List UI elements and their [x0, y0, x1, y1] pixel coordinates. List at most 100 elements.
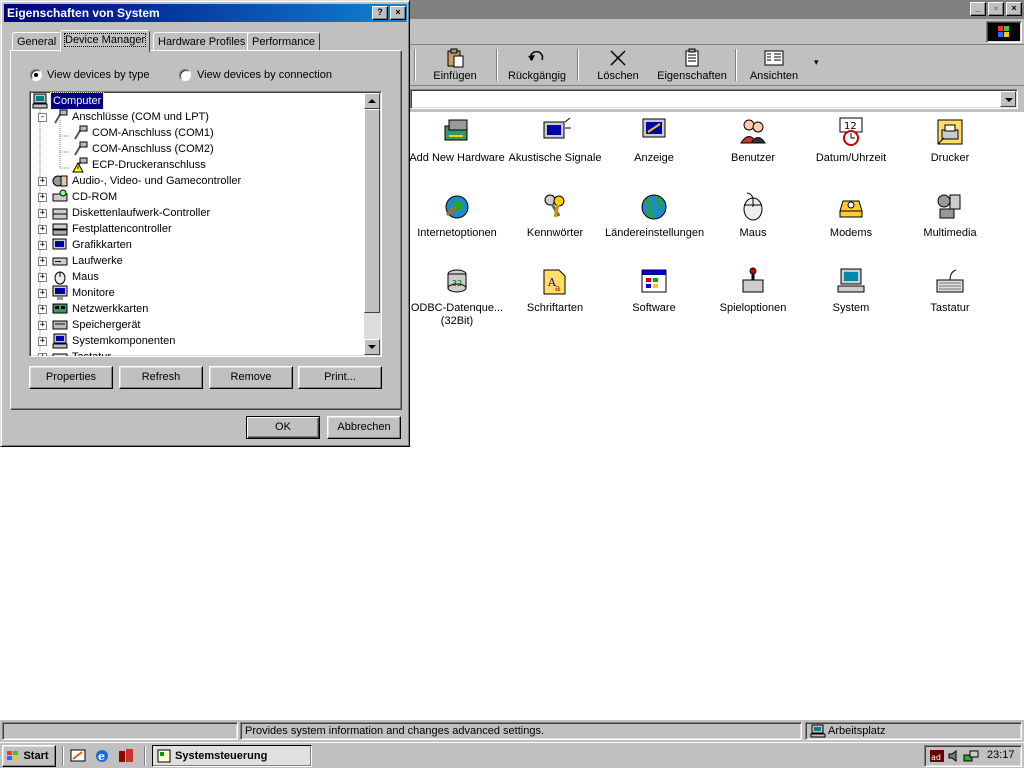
svg-text:ad: ad	[931, 753, 941, 762]
toolbar-paste-button[interactable]: Einfügen	[424, 47, 486, 85]
minimize-icon[interactable]: _	[970, 2, 986, 16]
expand-icon[interactable]: +	[38, 225, 47, 234]
restore-icon[interactable]: ▫	[988, 2, 1004, 16]
tree-item-label: Anschlüsse (COM und LPT)	[72, 111, 209, 123]
control-panel-item[interactable]: Kennwörter	[506, 191, 604, 240]
monitor-icon	[52, 285, 68, 300]
undo-icon	[528, 50, 544, 61]
taskbar-task-systemsteuerung[interactable]: Systemsteuerung	[152, 745, 312, 767]
tab-general[interactable]: General	[12, 32, 62, 51]
control-panel-item[interactable]: Spieloptionen	[704, 266, 802, 315]
expand-icon[interactable]: +	[38, 177, 47, 186]
close-icon[interactable]: ×	[1006, 2, 1022, 16]
control-panel-item-label: Benutzer	[730, 152, 776, 164]
delete-icon	[610, 50, 626, 66]
scroll-up-icon[interactable]	[364, 93, 380, 109]
expand-icon[interactable]: +	[38, 321, 47, 330]
control-panel-item[interactable]: Add New Hardware	[408, 116, 506, 165]
windows-logo-icon	[986, 21, 1022, 43]
address-dropdown-icon[interactable]	[1000, 91, 1016, 107]
address-field[interactable]	[410, 89, 1018, 109]
tree-item-label: Festplattencontroller	[72, 223, 172, 235]
tree-item-label: Maus	[72, 271, 99, 283]
tree-item-label: CD-ROM	[72, 191, 118, 203]
expand-icon[interactable]: +	[38, 273, 47, 282]
system-icon	[837, 268, 865, 293]
tree-item-label: ECP-Druckeranschluss	[92, 159, 206, 171]
refresh-button[interactable]: Refresh	[119, 366, 203, 389]
radio-view-by-type[interactable]	[30, 69, 42, 81]
scroll-down-icon[interactable]	[364, 339, 380, 355]
close-icon[interactable]: ×	[390, 6, 406, 20]
modems-icon	[839, 200, 863, 218]
radio-view-by-type-label[interactable]: View devices by type	[47, 69, 150, 81]
control-panel-item[interactable]: Maus	[704, 191, 802, 240]
help-button[interactable]: ?	[372, 6, 388, 20]
scroll-thumb[interactable]	[364, 109, 380, 313]
toolbar-delete-button[interactable]: Löschen	[588, 47, 648, 85]
toolbar-undo-button[interactable]: Rückgängig	[503, 47, 571, 85]
tray-app-icon[interactable]: ad	[929, 749, 945, 763]
views-dropdown-arrow-icon[interactable]: ▾	[814, 57, 819, 68]
fonts-icon: Aa	[543, 269, 566, 295]
print-button[interactable]: Print...	[298, 366, 382, 389]
mouse-icon	[743, 192, 763, 221]
device-tree-scrollbar[interactable]	[364, 93, 380, 355]
control-panel-item[interactable]: 32 ODBC-Datenque... (32Bit)	[408, 266, 506, 328]
expand-icon[interactable]: +	[38, 241, 47, 250]
control-panel-item[interactable]: Aa Schriftarten	[506, 266, 604, 315]
control-panel-item-label: Multimedia	[923, 227, 977, 239]
regional-settings-icon	[641, 194, 667, 220]
expand-icon[interactable]: +	[38, 289, 47, 298]
radio-view-by-connection-label[interactable]: View devices by connection	[197, 69, 332, 81]
tree-item-label: COM-Anschluss (COM2)	[92, 143, 214, 155]
expand-icon[interactable]: +	[38, 337, 47, 346]
odbc-icon: 32	[447, 269, 467, 293]
tab-hardware-profiles[interactable]: Hardware Profiles	[153, 32, 251, 51]
control-panel-item[interactable]: Internetoptionen	[408, 191, 506, 240]
control-panel-item[interactable]: Benutzer	[704, 116, 802, 165]
expand-icon[interactable]: +	[38, 305, 47, 314]
device-tree[interactable]: Computer - Anschlüsse (COM und LPT) COM-Ans…	[29, 91, 382, 357]
warning-port-icon	[72, 157, 88, 173]
date-time-icon: 12	[839, 117, 863, 146]
radio-view-by-connection[interactable]	[179, 69, 191, 81]
start-button[interactable]: Start	[2, 745, 56, 767]
clock[interactable]: 23:17	[987, 749, 1015, 761]
control-panel-item-label: Drucker	[930, 152, 970, 164]
toolbar-properties-button[interactable]: Eigenschaften	[654, 47, 730, 85]
control-panel-item[interactable]: Tastatur	[901, 266, 999, 315]
internet-explorer-icon[interactable]: e	[94, 748, 110, 764]
my-computer-icon	[810, 724, 826, 738]
control-panel-item[interactable]: System	[802, 266, 900, 315]
control-panel-item-label: Spieloptionen	[719, 302, 787, 314]
ok-button[interactable]: OK	[246, 416, 320, 439]
control-panel-item[interactable]: Modems	[802, 191, 900, 240]
expand-icon[interactable]: +	[38, 257, 47, 266]
toolbar-views-button[interactable]: Ansichten	[742, 47, 806, 85]
control-panel-item[interactable]: 12 Datum/Uhrzeit	[802, 116, 900, 165]
port-connector-icon	[74, 141, 88, 156]
volume-icon[interactable]	[947, 749, 961, 763]
expand-icon[interactable]: +	[38, 209, 47, 218]
remove-button[interactable]: Remove	[209, 366, 293, 389]
cancel-button[interactable]: Abbrechen	[327, 416, 401, 439]
control-panel-item[interactable]: Software	[605, 266, 703, 315]
control-panel-item[interactable]: Ländereinstellungen	[605, 191, 704, 240]
tree-item-label: Netzwerkkarten	[72, 303, 149, 315]
expand-icon[interactable]: +	[38, 193, 47, 202]
expand-icon[interactable]: +	[38, 353, 47, 356]
control-panel-item[interactable]: Anzeige	[605, 116, 703, 165]
network-tray-icon[interactable]	[963, 749, 979, 763]
show-desktop-icon[interactable]	[70, 748, 86, 764]
control-panel-item[interactable]: Drucker	[901, 116, 999, 165]
tab-device-manager[interactable]: Device Manager	[60, 30, 151, 52]
drive-icon	[52, 257, 68, 266]
tab-performance[interactable]: Performance	[247, 32, 320, 51]
properties-button[interactable]: Properties	[29, 366, 113, 389]
quick-launch-app-icon[interactable]	[118, 748, 134, 764]
control-panel-item[interactable]: Akustische Signale	[506, 116, 604, 165]
collapse-icon[interactable]: -	[38, 113, 47, 122]
control-panel-item-label: Add New Hardware	[409, 152, 505, 164]
control-panel-item[interactable]: Multimedia	[901, 191, 999, 240]
